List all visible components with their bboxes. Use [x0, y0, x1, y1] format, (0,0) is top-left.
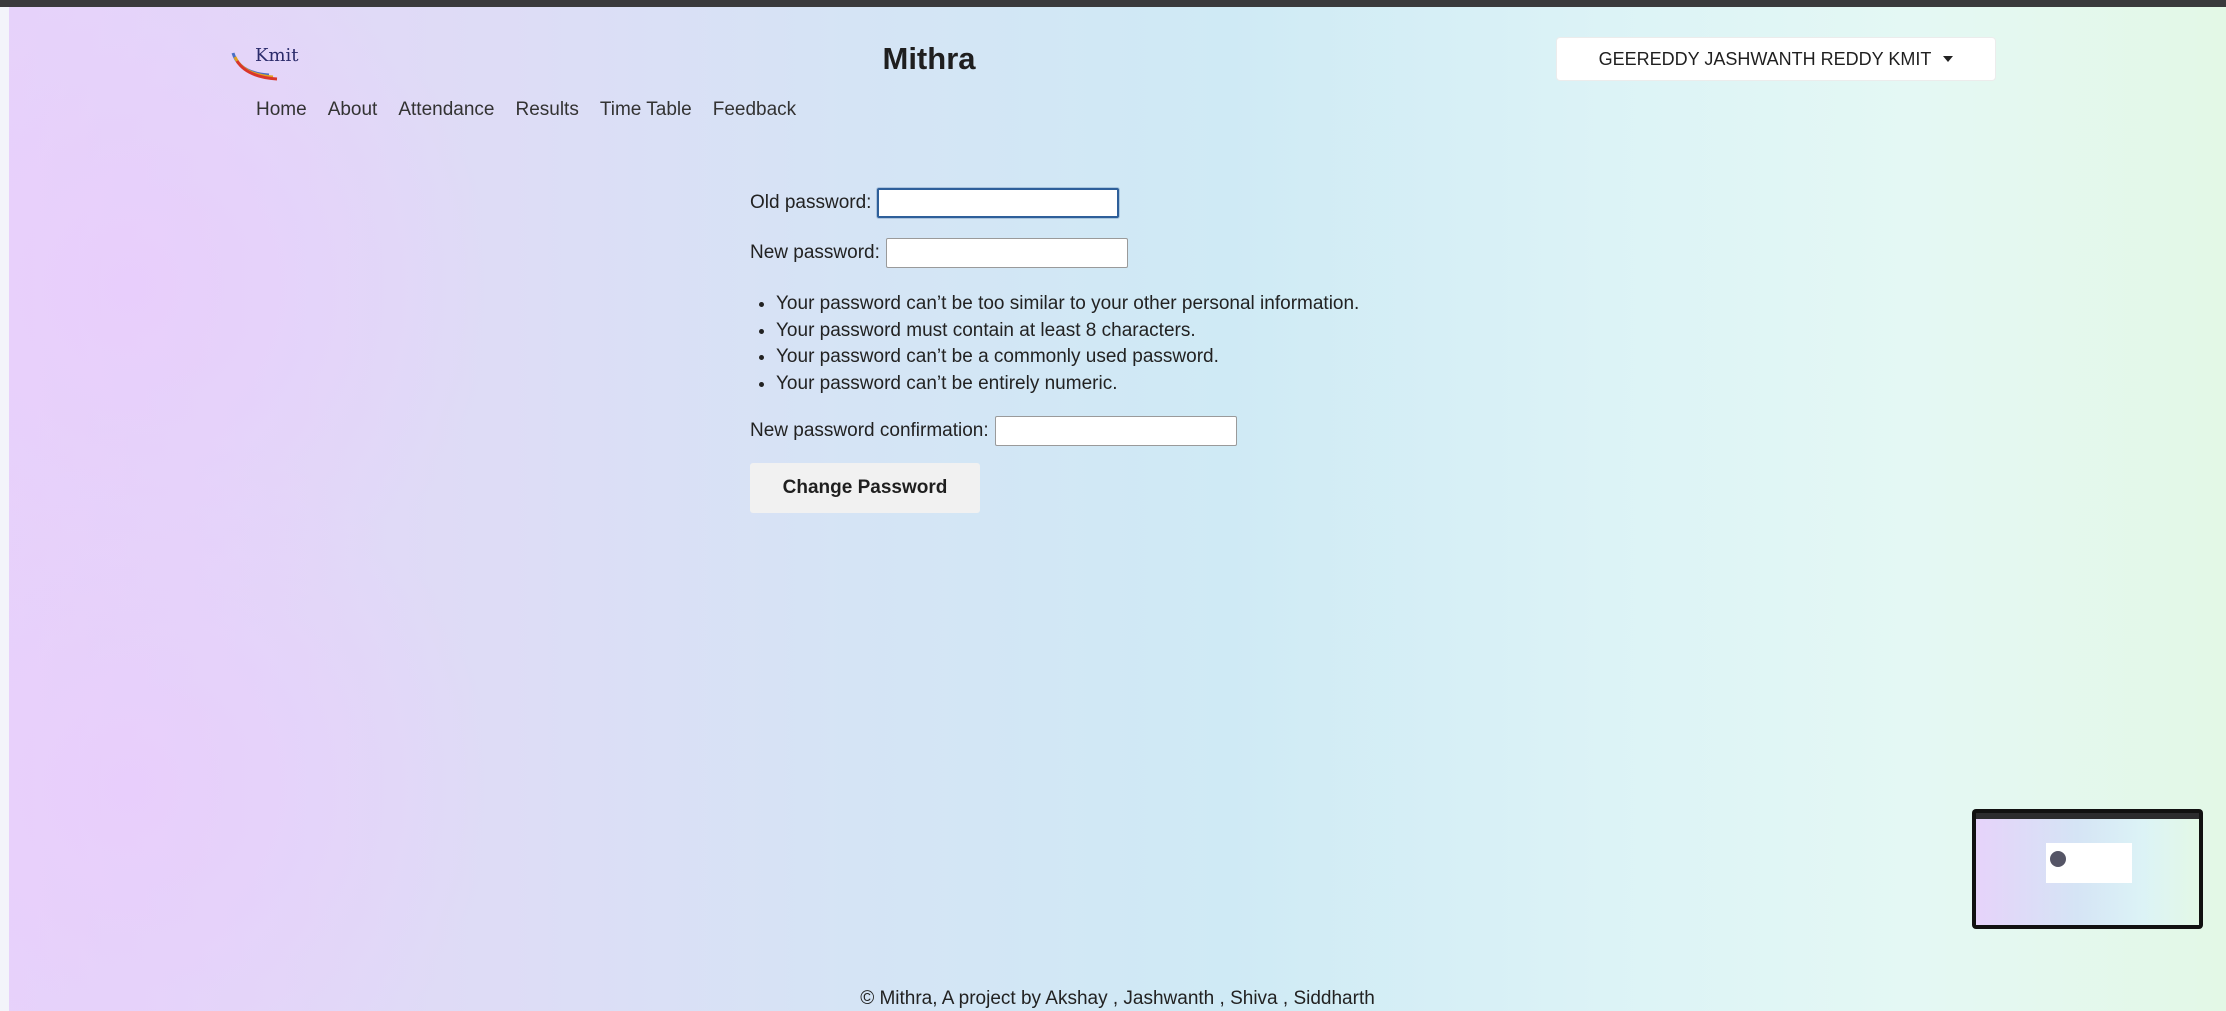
thumbnail-content — [1976, 813, 2199, 925]
submit-row: Change Password — [750, 463, 1359, 513]
caret-down-icon — [1943, 56, 1954, 62]
page-background: Kmit Mithra GEEREDDY JASHWANTH REDDY KMI… — [9, 7, 2226, 1011]
help-item: Your password can’t be a commonly used p… — [776, 344, 1359, 371]
help-item: Your password must contain at least 8 ch… — [776, 318, 1359, 345]
old-password-input[interactable] — [877, 188, 1120, 218]
footer-text: © Mithra, A project by Akshay , Jashwant… — [860, 988, 1375, 1009]
thumbnail-bar — [1976, 813, 2199, 819]
confirm-password-input[interactable] — [994, 416, 1237, 446]
help-item: Your password can’t be too similar to yo… — [776, 291, 1359, 318]
nav-item-time-table[interactable]: Time Table — [600, 99, 692, 121]
new-password-input[interactable] — [885, 238, 1128, 268]
nav-item-results[interactable]: Results — [515, 99, 578, 121]
new-password-label: New password: — [750, 242, 880, 263]
confirm-password-row: New password confirmation: — [750, 415, 1359, 447]
user-menu-dropdown[interactable]: GEEREDDY JASHWANTH REDDY KMIT — [1556, 37, 1996, 81]
change-password-button[interactable]: Change Password — [750, 463, 980, 513]
new-password-row: New password: — [750, 237, 1359, 269]
old-password-row: Old password: — [750, 187, 1359, 219]
help-item: Your password can’t be entirely numeric. — [776, 371, 1359, 398]
confirm-password-label: New password confirmation: — [750, 420, 989, 441]
nav-item-attendance[interactable]: Attendance — [398, 99, 494, 121]
main-nav: Home About Attendance Results Time Table… — [256, 99, 796, 121]
old-password-label: Old password: — [750, 192, 872, 213]
thumbnail-avatar-icon — [2050, 851, 2066, 867]
screen-preview-thumbnail[interactable] — [1972, 809, 2203, 929]
user-menu-label: GEEREDDY JASHWANTH REDDY KMIT — [1598, 48, 1932, 69]
change-password-form: Old password: New password: Your passwor… — [750, 187, 1359, 513]
window-top-bar — [0, 0, 2226, 7]
nav-item-home[interactable]: Home — [256, 99, 307, 121]
password-help-list: Your password can’t be too similar to yo… — [750, 291, 1359, 397]
nav-item-feedback[interactable]: Feedback — [713, 99, 796, 121]
nav-item-about[interactable]: About — [328, 99, 378, 121]
